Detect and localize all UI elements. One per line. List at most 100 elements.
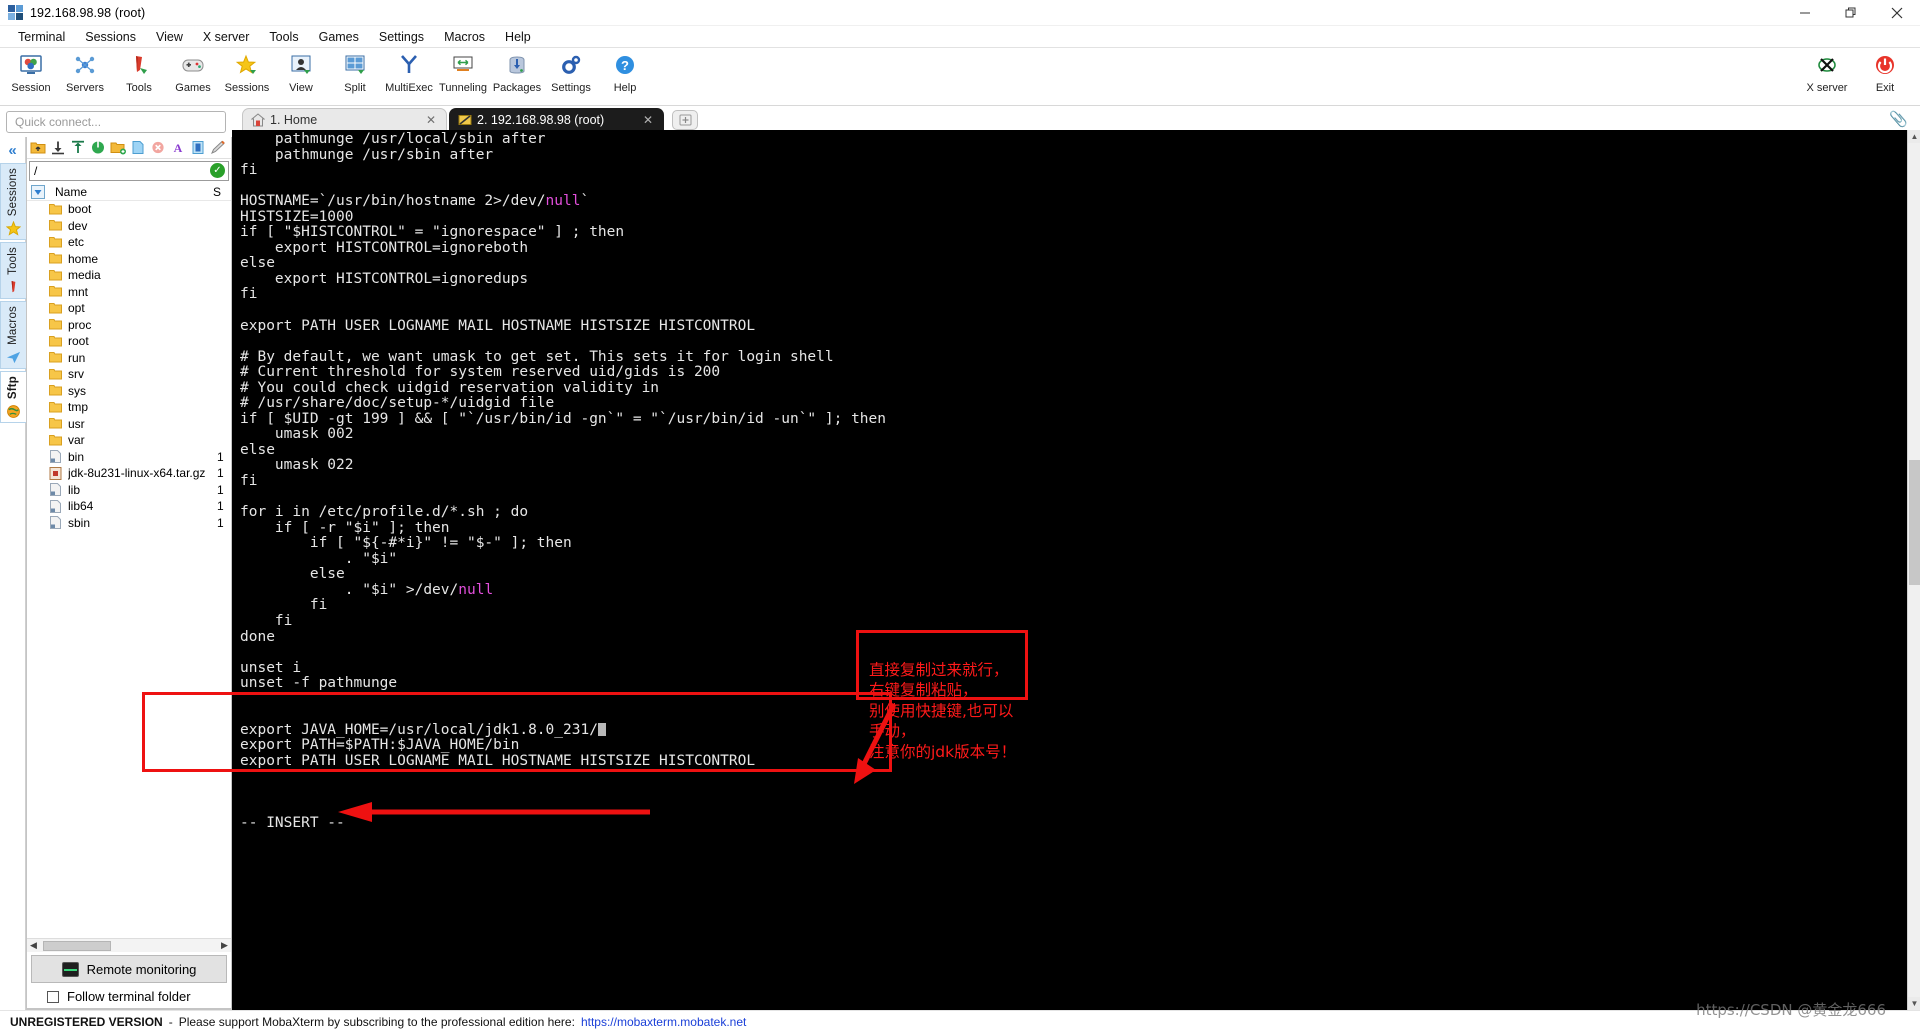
hscroll-thumb[interactable] xyxy=(43,941,111,951)
column-size[interactable]: S xyxy=(213,185,231,199)
file-list-item[interactable]: proc xyxy=(27,317,231,334)
toolbar-split[interactable]: Split xyxy=(328,48,382,104)
toolbar-tunneling[interactable]: Tunneling xyxy=(436,48,490,104)
menu-macros[interactable]: Macros xyxy=(434,26,495,48)
file-list-item[interactable]: etc xyxy=(27,234,231,251)
home-icon xyxy=(251,113,265,127)
rename-icon[interactable]: A xyxy=(169,139,187,157)
sidebar-tab-tools[interactable]: Tools xyxy=(0,242,26,299)
refresh-icon[interactable] xyxy=(89,139,107,157)
scroll-left-arrow[interactable]: ◀ xyxy=(27,940,40,951)
restore-button[interactable] xyxy=(1828,0,1874,26)
sftp-path-input[interactable]: / ✓ xyxy=(29,161,229,181)
tab-ssh-session[interactable]: 2. 192.168.98.98 (root) ✕ xyxy=(449,108,664,130)
minimize-button[interactable] xyxy=(1782,0,1828,26)
file-list-item[interactable]: sys xyxy=(27,383,231,400)
collapse-chevrons-icon[interactable]: « xyxy=(0,137,26,163)
tab-ssh-session-close-icon[interactable]: ✕ xyxy=(643,113,653,127)
new-file-icon[interactable] xyxy=(129,139,147,157)
folder-icon xyxy=(49,236,62,249)
tab-home-close-icon[interactable]: ✕ xyxy=(426,113,436,127)
file-list-item[interactable]: root xyxy=(27,333,231,350)
parent-folder-icon[interactable] xyxy=(29,139,47,157)
delete-icon[interactable] xyxy=(149,139,167,157)
menu-games[interactable]: Games xyxy=(309,26,369,48)
sftp-file-list[interactable]: Name S bootdevetchomemediamntopt procroot… xyxy=(27,183,231,938)
quick-connect-input[interactable]: Quick connect... xyxy=(6,111,226,133)
terminal-scrollbar[interactable]: ▲ ▼ xyxy=(1907,130,1920,1010)
file-list-item[interactable]: boot xyxy=(27,201,231,218)
toolbar-servers[interactable]: Servers xyxy=(58,48,112,104)
mobaxterm-link[interactable]: https://mobaxterm.mobatek.net xyxy=(581,1015,746,1029)
terminal-icon[interactable] xyxy=(189,139,207,157)
sidebar-tab-macros[interactable]: Macros xyxy=(0,301,26,369)
file-list-item[interactable]: bin1 xyxy=(27,449,231,466)
file-list-item[interactable]: opt xyxy=(27,300,231,317)
remote-monitoring-button[interactable]: Remote monitoring xyxy=(31,955,227,983)
download-icon[interactable] xyxy=(49,139,67,157)
toolbar-help[interactable]: ? Help xyxy=(598,48,652,104)
toolbar-tools[interactable]: Tools xyxy=(112,48,166,104)
toolbar-sessions[interactable]: Sessions xyxy=(220,48,274,104)
file-list-item[interactable]: var xyxy=(27,432,231,449)
follow-terminal-folder-checkbox[interactable] xyxy=(47,991,59,1003)
toolbar-games[interactable]: Games xyxy=(166,48,220,104)
menu-settings[interactable]: Settings xyxy=(369,26,434,48)
menu-terminal[interactable]: Terminal xyxy=(8,26,75,48)
file-list-item[interactable]: tmp xyxy=(27,399,231,416)
toolbar-session[interactable]: Session xyxy=(4,48,58,104)
sidebar-tab-sessions[interactable]: Sessions xyxy=(0,163,26,240)
column-name[interactable]: Name xyxy=(55,185,213,199)
file-list-item[interactable]: lib641 xyxy=(27,498,231,515)
file-list-item[interactable]: run xyxy=(27,350,231,367)
file-list-item[interactable]: dev xyxy=(27,218,231,235)
toolbar-exit[interactable]: Exit xyxy=(1856,48,1914,104)
file-list-hscrollbar[interactable]: ◀ ▶ xyxy=(27,938,231,952)
toolbar-settings[interactable]: Settings xyxy=(544,48,598,104)
app-icon xyxy=(8,5,24,21)
terminal-scroll-thumb[interactable] xyxy=(1909,460,1920,585)
file-list-item[interactable]: sbin1 xyxy=(27,515,231,532)
follow-terminal-folder-row[interactable]: Follow terminal folder xyxy=(27,985,231,1009)
file-list-item[interactable]: media xyxy=(27,267,231,284)
svg-text:A: A xyxy=(174,141,183,155)
menu-help[interactable]: Help xyxy=(495,26,541,48)
menu-sessions[interactable]: Sessions xyxy=(75,26,146,48)
toolbar-tools-label: Tools xyxy=(126,82,152,94)
toolbar-view[interactable]: View xyxy=(274,48,328,104)
edit-icon[interactable] xyxy=(209,139,227,157)
new-folder-icon[interactable] xyxy=(109,139,127,157)
sidebar-tab-sftp[interactable]: Sftp xyxy=(0,371,26,423)
new-tab-button[interactable] xyxy=(672,110,698,130)
sort-icon[interactable] xyxy=(31,185,45,199)
follow-terminal-folder-label: Follow terminal folder xyxy=(67,989,191,1004)
file-list-item[interactable]: srv xyxy=(27,366,231,383)
sftp-panel: A xyxy=(26,137,232,1010)
paperclip-icon[interactable]: 📎 xyxy=(1889,110,1908,128)
sidebar-tab-macros-label: Macros xyxy=(7,306,19,345)
scroll-down-arrow[interactable]: ▼ xyxy=(1908,997,1920,1010)
session-icon xyxy=(18,52,44,78)
file-list-item[interactable]: mnt xyxy=(27,284,231,301)
toolbar-exit-label: Exit xyxy=(1876,82,1894,94)
folder-icon xyxy=(49,401,62,414)
menu-x-server[interactable]: X server xyxy=(193,26,260,48)
menu-view[interactable]: View xyxy=(146,26,193,48)
toolbar-packages[interactable]: Packages xyxy=(490,48,544,104)
upload-icon[interactable] xyxy=(69,139,87,157)
terminal-output[interactable]: pathmunge /usr/local/sbin after pathmung… xyxy=(232,130,1920,1010)
toolbar-multiexec[interactable]: MultiExec xyxy=(382,48,436,104)
file-list-item[interactable]: jdk-8u231-linux-x64.tar.gz1 xyxy=(27,465,231,482)
star-icon xyxy=(5,220,21,236)
close-button[interactable] xyxy=(1874,0,1920,26)
file-list-item[interactable]: lib1 xyxy=(27,482,231,499)
menu-tools[interactable]: Tools xyxy=(259,26,308,48)
file-list-item[interactable]: home xyxy=(27,251,231,268)
file-list-item[interactable]: usr xyxy=(27,416,231,433)
paper-plane-icon xyxy=(5,349,21,365)
tab-home[interactable]: 1. Home ✕ xyxy=(242,108,447,130)
scroll-right-arrow[interactable]: ▶ xyxy=(218,940,231,951)
toolbar-x-server[interactable]: X server xyxy=(1798,48,1856,104)
file-list-item-name: opt xyxy=(68,301,217,315)
scroll-up-arrow[interactable]: ▲ xyxy=(1908,130,1920,143)
